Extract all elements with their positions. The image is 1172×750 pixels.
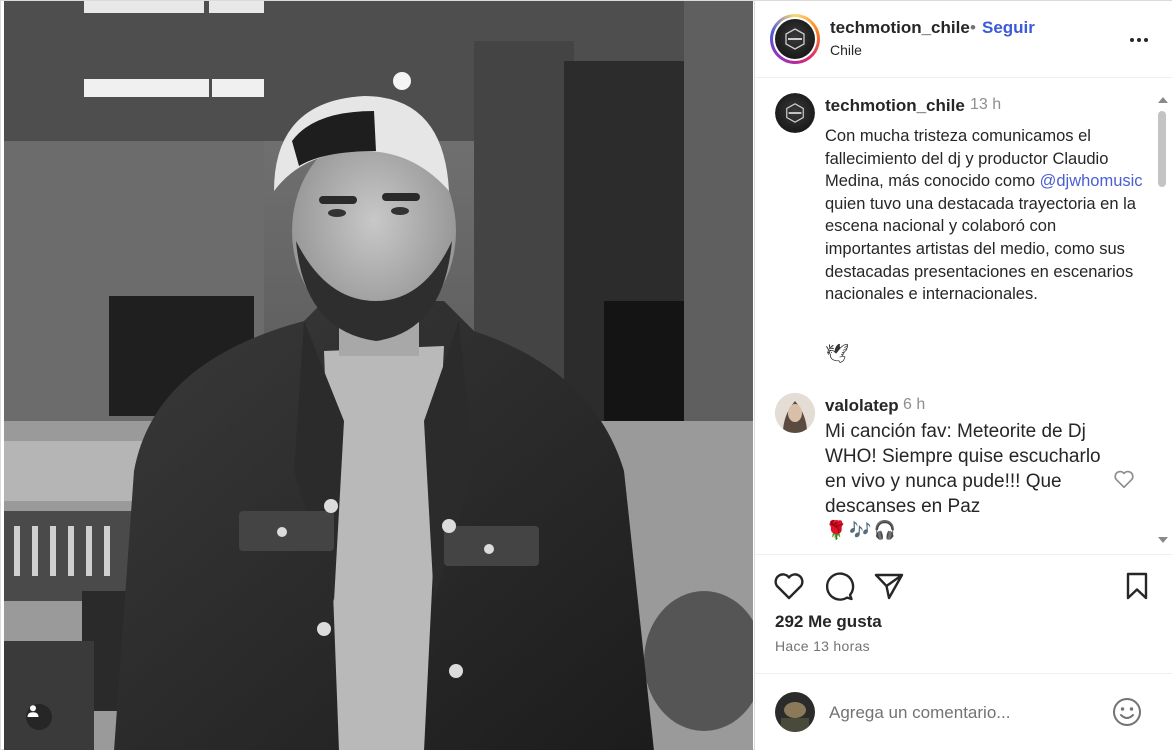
comment-time[interactable]: 6 h [903, 396, 925, 414]
comments-scrollbar[interactable] [1155, 97, 1169, 549]
action-bar [755, 554, 1172, 614]
user-photo-icon [775, 692, 815, 732]
comment-username[interactable]: valolatep [825, 396, 899, 416]
comment-input[interactable] [829, 698, 1109, 728]
caption-avatar[interactable] [775, 93, 815, 133]
comment-heart-icon[interactable] [1113, 468, 1135, 490]
add-comment-bar [755, 673, 1172, 750]
heart-icon[interactable] [772, 569, 806, 603]
account-avatar[interactable] [770, 14, 820, 64]
photo-illustration [4, 1, 753, 750]
likes-count[interactable]: 292 Me gusta [775, 612, 882, 632]
follow-button[interactable]: Seguir [982, 18, 1035, 38]
post-timestamp[interactable]: Hace 13 horas [775, 638, 870, 654]
user-tag-icon [27, 705, 39, 717]
emoji-icon[interactable] [1111, 696, 1143, 728]
scroll-up-arrow-icon[interactable] [1158, 97, 1168, 103]
mention-link[interactable]: @djwhomusic [1040, 172, 1143, 190]
more-options-icon[interactable] [1127, 28, 1151, 52]
comment-emojis: 🌹🎶🎧 [825, 520, 899, 540]
post-header: techmotion_chile • Seguir Chile [755, 1, 1172, 78]
caption-emoji: 🕊 [825, 344, 850, 365]
comment-icon[interactable] [822, 569, 856, 603]
bookmark-icon[interactable] [1120, 569, 1154, 603]
post-dialog: techmotion_chile • Seguir Chile techmoti… [0, 0, 1172, 750]
user-tag-button[interactable] [26, 704, 52, 730]
post-location[interactable]: Chile [830, 42, 862, 58]
scroll-thumb[interactable] [1158, 111, 1166, 187]
brand-logo-icon [785, 28, 805, 50]
current-user-avatar [775, 692, 815, 732]
post-photo[interactable] [4, 1, 753, 750]
send-icon[interactable] [872, 569, 906, 603]
scroll-down-arrow-icon[interactable] [1158, 537, 1168, 543]
caption-username[interactable]: techmotion_chile [825, 96, 965, 116]
comment-text: Mi canción fav: Meteorite de Dj WHO! Sie… [825, 421, 1101, 517]
separator-dot: • [970, 18, 976, 37]
brand-logo-icon [786, 103, 804, 123]
caption-text: Con mucha tristeza comunicamos el fallec… [825, 125, 1145, 306]
caption-time[interactable]: 13 h [970, 96, 1001, 114]
comment-avatar[interactable] [775, 393, 815, 433]
caption-text-end: quien tuvo una destacada trayectoria en … [825, 194, 1136, 304]
user-photo-icon [775, 393, 815, 433]
account-username[interactable]: techmotion_chile [830, 18, 970, 38]
post-side-panel: techmotion_chile • Seguir Chile techmoti… [754, 1, 1172, 750]
comments-list[interactable]: techmotion_chile 13 h Con mucha tristeza… [755, 79, 1172, 553]
